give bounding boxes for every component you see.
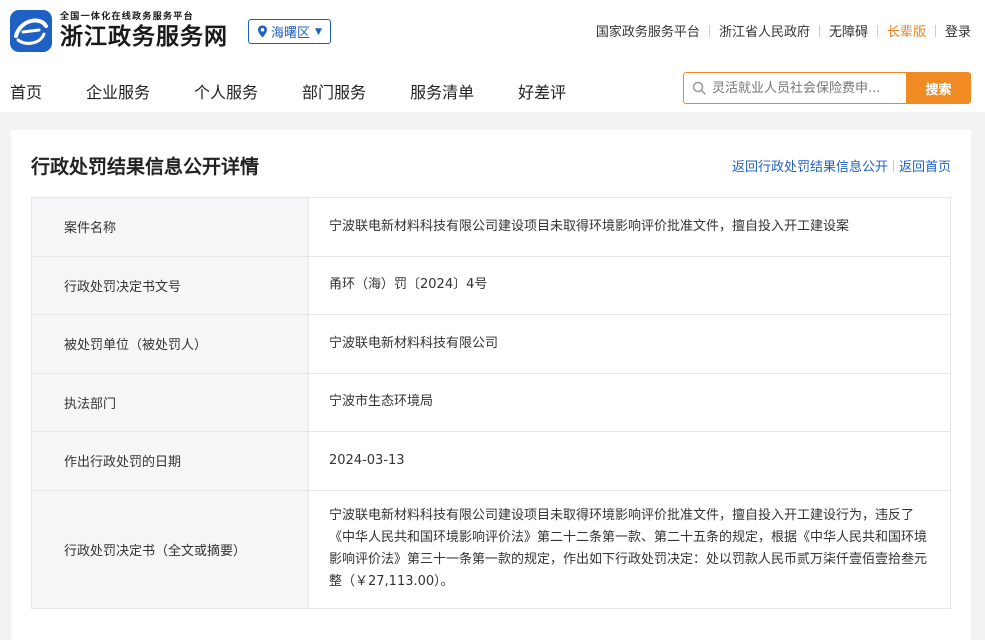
search-icon [692,81,706,95]
field-label: 行政处罚决定书文号 [31,255,309,315]
field-value: 宁波联电新材料科技有限公司 [308,314,951,374]
field-value: 2024-03-13 [308,431,951,491]
page-title: 行政处罚结果信息公开详情 [31,156,260,178]
divider [876,24,878,37]
region-selector[interactable]: 海曙区 ▼ [248,19,331,44]
site-logo[interactable]: 全国一体化在线政务服务平台 浙江政务服务网 [10,10,228,52]
main-nav: 首页 企业服务 个人服务 部门服务 服务清单 好差评 [10,79,610,103]
nav-service-list[interactable]: 服务清单 [410,79,474,103]
card-links: 返回行政处罚结果信息公开 返回首页 [732,156,951,175]
detail-card: 行政处罚结果信息公开详情 返回行政处罚结果信息公开 返回首页 案件名称 宁波联电… [11,130,971,640]
table-row: 作出行政处罚的日期 2024-03-13 [31,431,951,491]
field-label: 执法部门 [31,372,309,432]
divider [934,24,936,37]
table-row: 被处罚单位（被处罚人） 宁波联电新材料科技有限公司 [31,314,951,374]
link-elderly-mode[interactable]: 长辈版 [887,21,926,40]
table-row: 行政处罚决定书（全文或摘要） 宁波联电新材料科技有限公司建设项目未取得环境影响评… [31,489,951,609]
detail-table: 案件名称 宁波联电新材料科技有限公司建设项目未取得环境影响评价批准文件，擅自投入… [31,197,951,609]
table-row: 执法部门 宁波市生态环境局 [31,372,951,432]
location-pin-icon [258,25,267,38]
divider [818,24,820,37]
field-value: 宁波市生态环境局 [308,372,951,432]
field-value: 宁波联电新材料科技有限公司建设项目未取得环境影响评价批准文件，擅自投入开工建设行… [308,489,951,609]
table-row: 行政处罚决定书文号 甬环（海）罚〔2024〕4号 [31,255,951,315]
login-link[interactable]: 登录 [945,21,971,40]
logo-subtitle: 全国一体化在线政务服务平台 [60,11,194,22]
divider [708,24,710,37]
field-label: 行政处罚决定书（全文或摘要） [31,489,309,609]
site-header: 全国一体化在线政务服务平台 浙江政务服务网 海曙区 ▼ 国家政务服务平台 浙江省… [0,0,985,112]
field-value: 宁波联电新材料科技有限公司建设项目未取得环境影响评价批准文件，擅自投入开工建设案 [308,197,951,257]
nav-home[interactable]: 首页 [10,79,42,103]
link-accessibility[interactable]: 无障碍 [829,21,868,40]
nav-department-services[interactable]: 部门服务 [302,79,366,103]
region-label: 海曙区 [271,26,311,41]
caret-down-icon: ▼ [315,26,322,37]
back-to-home-link[interactable]: 返回首页 [899,156,951,175]
logo-emblem-icon [10,10,52,52]
link-national-platform[interactable]: 国家政务服务平台 [596,21,700,40]
nav-personal-services[interactable]: 个人服务 [194,79,258,103]
field-label: 案件名称 [31,197,309,257]
field-value: 甬环（海）罚〔2024〕4号 [308,255,951,315]
back-to-list-link[interactable]: 返回行政处罚结果信息公开 [732,156,888,175]
field-label: 作出行政处罚的日期 [31,431,309,491]
nav-enterprise-services[interactable]: 企业服务 [86,79,150,103]
field-label: 被处罚单位（被处罚人） [31,314,309,374]
search-field[interactable] [683,72,906,104]
nav-evaluation[interactable]: 好差评 [518,79,566,103]
link-provincial-government[interactable]: 浙江省人民政府 [719,21,810,40]
search-input[interactable] [712,80,902,96]
logo-title: 浙江政务服务网 [60,22,228,50]
table-row: 案件名称 宁波联电新材料科技有限公司建设项目未取得环境影响评价批准文件，擅自投入… [31,197,951,257]
divider [892,159,894,172]
top-links: 国家政务服务平台 浙江省人民政府 无障碍 长辈版 登录 [596,21,971,40]
search-button[interactable]: 搜索 [906,72,971,104]
search-bar: 搜索 [683,72,971,104]
